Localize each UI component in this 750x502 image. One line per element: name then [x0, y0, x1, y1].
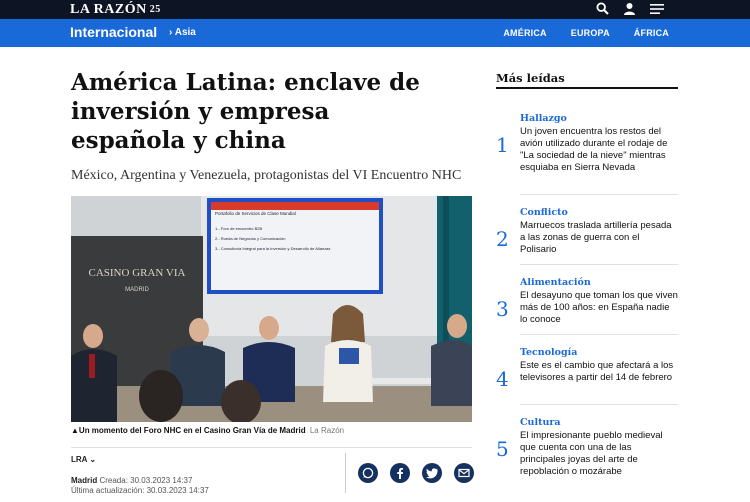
screen-line-2: 2.- Rueda de Negocios y Comunicación: [215, 236, 285, 241]
item-number: 1: [496, 133, 509, 157]
search-icon[interactable]: [596, 2, 609, 15]
facebook-icon[interactable]: [390, 463, 410, 483]
article-meta: Madrid Creada: 30.03.2023 14:37 Última a…: [71, 476, 209, 496]
site-logo[interactable]: LA RAZÓN 25: [70, 2, 161, 18]
most-read-rule: [496, 87, 678, 89]
item-number: 3: [496, 297, 509, 321]
section-title[interactable]: Internacional: [70, 24, 157, 40]
section-bar: Internacional › Asia AMÉRICA EUROPA ÁFRI…: [0, 19, 750, 47]
author-name: LRA: [71, 455, 88, 464]
item-number: 4: [496, 367, 509, 391]
author-toggle[interactable]: LRA ⌄: [71, 455, 96, 464]
item-category[interactable]: Conflicto: [520, 207, 568, 218]
logo-badge: 25: [149, 4, 161, 15]
article-headline: América Latina: enclave de inversión y e…: [71, 69, 420, 154]
item-title[interactable]: El impresionante pueblo medieval que cue…: [520, 430, 678, 478]
item-separator: [520, 334, 678, 335]
caption-credit: La Razón: [309, 426, 345, 435]
article-photo[interactable]: CASINO GRAN VIA MADRID Portafolio de Ser…: [71, 196, 472, 422]
user-icon[interactable]: [623, 2, 636, 15]
screen-title: Portafolio de Servicios de Clase Mundial: [215, 211, 296, 216]
meta-created: Creada: 30.03.2023 14:37: [99, 476, 193, 485]
item-title[interactable]: Este es el cambio que afectará a los tel…: [520, 360, 678, 384]
item-number: 5: [496, 437, 509, 461]
item-title[interactable]: Marruecos traslada artillería pesada a l…: [520, 220, 678, 256]
screen-line-1: 1.- Foro de encuentro B2B: [215, 226, 262, 231]
logo-text: LA RAZÓN: [70, 2, 147, 17]
article-subhead: México, Argentina y Venezuela, protagoni…: [71, 168, 462, 183]
caption-text: ▲Un momento del Foro NHC en el Casino Gr…: [71, 426, 306, 435]
most-read-title: Más leídas: [496, 71, 565, 85]
item-separator: [520, 264, 678, 265]
photo-caption: ▲Un momento del Foro NHC en el Casino Gr…: [71, 426, 344, 435]
item-category[interactable]: Hallazgo: [520, 113, 567, 124]
menu-icon[interactable]: [650, 3, 664, 15]
item-category[interactable]: Alimentación: [520, 277, 591, 288]
item-category[interactable]: Tecnología: [520, 347, 577, 358]
nav-europa[interactable]: EUROPA: [571, 28, 610, 38]
item-category[interactable]: Cultura: [520, 417, 561, 428]
meta-place: Madrid: [71, 476, 98, 485]
item-number: 2: [496, 227, 509, 251]
nav-america[interactable]: AMÉRICA: [503, 28, 546, 38]
twitter-icon[interactable]: [422, 463, 442, 483]
region-nav: AMÉRICA EUROPA ÁFRICA: [503, 28, 669, 38]
share-buttons: [358, 463, 474, 483]
meta-updated: Última actualización: 30.03.2023 14:37: [71, 486, 209, 495]
vertical-divider: [345, 453, 346, 493]
nav-africa[interactable]: ÁFRICA: [634, 28, 669, 38]
item-title[interactable]: El desayuno que toman los que viven más …: [520, 290, 678, 326]
whatsapp-icon[interactable]: [358, 463, 378, 483]
banner-text: CASINO GRAN VIA: [89, 267, 186, 279]
divider: [71, 447, 472, 448]
top-bar: LA RAZÓN 25: [0, 0, 750, 19]
screen-line-3: 3.- Consultoría Integral para la Inversi…: [215, 246, 330, 251]
chevron-down-icon: ⌄: [89, 455, 97, 464]
banner-sub: MADRID: [125, 287, 149, 293]
item-separator: [520, 194, 678, 195]
item-title[interactable]: Un joven encuentra los restos del avión …: [520, 126, 678, 174]
item-separator: [520, 404, 678, 405]
email-icon[interactable]: [454, 463, 474, 483]
breadcrumb-asia[interactable]: › Asia: [169, 27, 196, 38]
